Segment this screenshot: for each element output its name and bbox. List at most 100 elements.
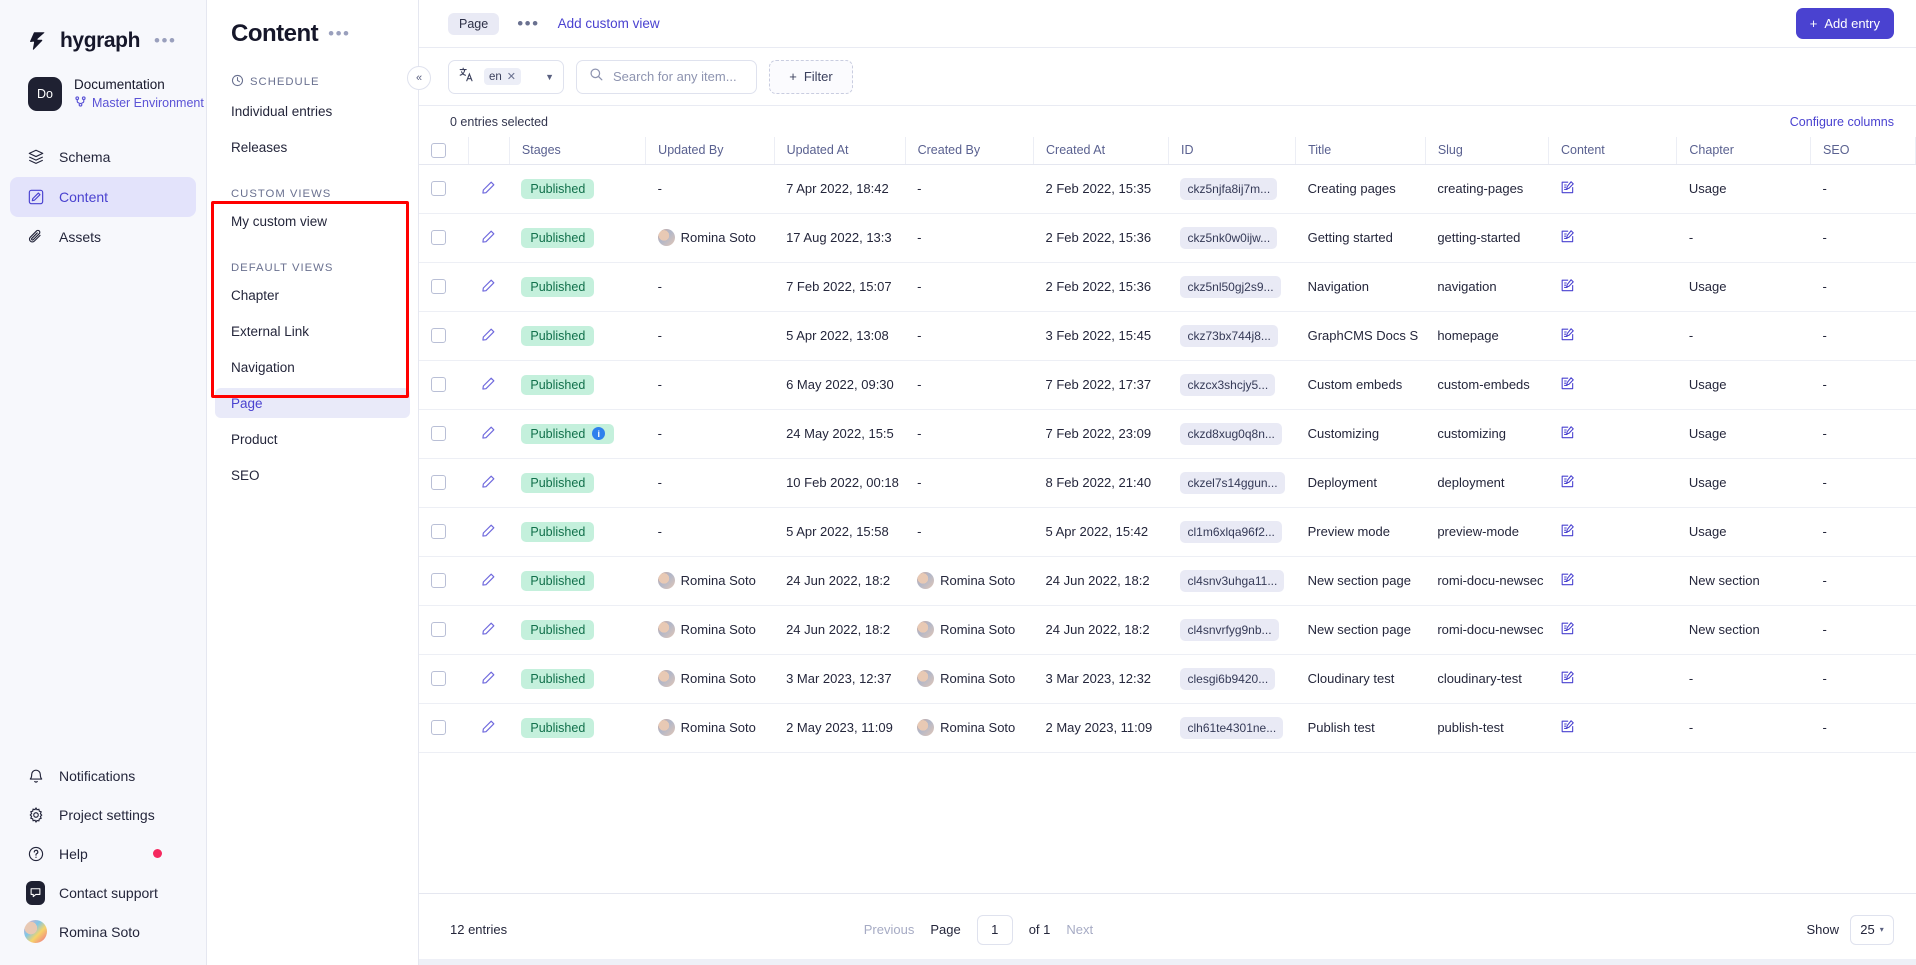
rich-text-icon[interactable] — [1560, 281, 1575, 296]
table-row[interactable]: Published-7 Apr 2022, 18:42-2 Feb 2022, … — [419, 164, 1916, 213]
previous-page-button[interactable]: Previous — [864, 922, 915, 937]
table-row[interactable]: Publishedi-24 May 2022, 15:5-7 Feb 2022,… — [419, 409, 1916, 458]
table-row[interactable]: Published-10 Feb 2022, 00:18-8 Feb 2022,… — [419, 458, 1916, 507]
rich-text-icon[interactable] — [1560, 526, 1575, 541]
table-row[interactable]: Published-5 Apr 2022, 13:08-3 Feb 2022, … — [419, 311, 1916, 360]
project-environment[interactable]: Master Environment — [74, 95, 204, 111]
column-header-updated-by[interactable]: Updated By — [646, 137, 774, 164]
table-row[interactable]: Published-7 Feb 2022, 15:07-2 Feb 2022, … — [419, 262, 1916, 311]
column-header-updated-at[interactable]: Updated At — [774, 137, 905, 164]
brand-more-icon[interactable]: ••• — [154, 36, 176, 46]
edit-pencil-icon[interactable] — [481, 624, 496, 639]
sidebar-item-releases[interactable]: Releases — [215, 132, 410, 162]
rich-text-icon[interactable] — [1560, 673, 1575, 688]
edit-pencil-icon[interactable] — [481, 379, 496, 394]
entry-id-chip[interactable]: clh61te4301ne... — [1180, 717, 1283, 739]
row-checkbox[interactable] — [431, 475, 446, 490]
sidebar-item-notifications[interactable]: Notifications — [10, 756, 196, 795]
table-row[interactable]: Published-6 May 2022, 09:30-7 Feb 2022, … — [419, 360, 1916, 409]
column-header-id[interactable]: ID — [1168, 137, 1295, 164]
row-checkbox[interactable] — [431, 524, 446, 539]
edit-pencil-icon[interactable] — [481, 722, 496, 737]
column-header-seo[interactable]: SEO — [1811, 137, 1916, 164]
column-header-chapter[interactable]: Chapter — [1677, 137, 1811, 164]
add-custom-view-link[interactable]: Add custom view — [558, 16, 660, 31]
sidebar-item-my-custom-view[interactable]: My custom view — [215, 206, 410, 236]
entry-id-chip[interactable]: ckzd8xug0q8n... — [1180, 423, 1281, 445]
entry-id-chip[interactable]: ckz5njfa8ij7m... — [1180, 178, 1277, 200]
sidebar-item-project-settings[interactable]: Project settings — [10, 795, 196, 834]
project-switcher[interactable]: Do Documentation Master Environment — [0, 58, 206, 111]
rich-text-icon[interactable] — [1560, 428, 1575, 443]
sidebar-item-user[interactable]: Romina Soto — [10, 912, 196, 951]
entry-id-chip[interactable]: cl4snvrfyg9nb... — [1180, 619, 1278, 641]
column-header-title[interactable]: Title — [1296, 137, 1426, 164]
tab-page-view[interactable]: Page — [448, 13, 499, 35]
edit-pencil-icon[interactable] — [481, 281, 496, 296]
row-checkbox[interactable] — [431, 279, 446, 294]
table-row[interactable]: Published-5 Apr 2022, 15:58-5 Apr 2022, … — [419, 507, 1916, 556]
search-input[interactable] — [613, 69, 744, 84]
row-checkbox[interactable] — [431, 328, 446, 343]
sidebar-item-contact-support[interactable]: Contact support — [10, 873, 196, 912]
table-row[interactable]: PublishedRomina Soto24 Jun 2022, 18:2Rom… — [419, 605, 1916, 654]
row-checkbox[interactable] — [431, 377, 446, 392]
rich-text-icon[interactable] — [1560, 575, 1575, 590]
sidebar-item-external-link[interactable]: External Link — [215, 316, 410, 346]
rich-text-icon[interactable] — [1560, 330, 1575, 345]
sidebar-item-navigation[interactable]: Navigation — [215, 352, 410, 382]
view-more-icon[interactable]: ••• — [517, 20, 539, 28]
rich-text-icon[interactable] — [1560, 624, 1575, 639]
entry-id-chip[interactable]: ckz5nl50gj2s9... — [1180, 276, 1280, 298]
column-header-content[interactable]: Content — [1548, 137, 1676, 164]
next-page-button[interactable]: Next — [1066, 922, 1093, 937]
content-more-icon[interactable]: ••• — [328, 29, 350, 39]
rich-text-icon[interactable] — [1560, 477, 1575, 492]
row-checkbox[interactable] — [431, 671, 446, 686]
sidebar-item-content[interactable]: Content — [10, 177, 196, 217]
rich-text-icon[interactable] — [1560, 232, 1575, 247]
edit-pencil-icon[interactable] — [481, 183, 496, 198]
chevron-down-icon[interactable]: ▼ — [545, 72, 554, 82]
entry-id-chip[interactable]: ckzcx3shcjy5... — [1180, 374, 1275, 396]
close-icon[interactable]: ✕ — [507, 70, 516, 83]
add-entry-button[interactable]: + Add entry — [1796, 8, 1894, 39]
edit-pencil-icon[interactable] — [481, 673, 496, 688]
table-row[interactable]: PublishedRomina Soto24 Jun 2022, 18:2Rom… — [419, 556, 1916, 605]
locale-tag[interactable]: en ✕ — [484, 68, 521, 85]
column-header-slug[interactable]: Slug — [1425, 137, 1548, 164]
edit-pencil-icon[interactable] — [481, 428, 496, 443]
sidebar-item-chapter[interactable]: Chapter — [215, 280, 410, 310]
info-icon[interactable]: i — [592, 427, 605, 440]
edit-pencil-icon[interactable] — [481, 330, 496, 345]
horizontal-scrollbar[interactable] — [419, 959, 1916, 965]
row-checkbox[interactable] — [431, 426, 446, 441]
add-filter-button[interactable]: + Filter — [769, 60, 853, 94]
brand-logo[interactable]: hygraph ••• — [0, 0, 206, 58]
edit-pencil-icon[interactable] — [481, 477, 496, 492]
sidebar-item-help[interactable]: Help — [10, 834, 196, 873]
entry-id-chip[interactable]: ckz5nk0w0ijw... — [1180, 227, 1277, 249]
entry-id-chip[interactable]: cl4snv3uhga11... — [1180, 570, 1284, 592]
edit-pencil-icon[interactable] — [481, 232, 496, 247]
collapse-sidebar-button[interactable]: « — [407, 66, 431, 90]
sidebar-item-individual-entries[interactable]: Individual entries — [215, 96, 410, 126]
edit-pencil-icon[interactable] — [481, 575, 496, 590]
column-header-stages[interactable]: Stages — [509, 137, 645, 164]
sidebar-item-seo[interactable]: SEO — [215, 460, 410, 490]
sidebar-item-product[interactable]: Product — [215, 424, 410, 454]
entry-id-chip[interactable]: clesgi6b9420... — [1180, 668, 1275, 690]
row-checkbox[interactable] — [431, 230, 446, 245]
entry-id-chip[interactable]: ckzel7s14ggun... — [1180, 472, 1284, 494]
page-number-input[interactable] — [977, 915, 1013, 945]
row-checkbox[interactable] — [431, 622, 446, 637]
table-row[interactable]: PublishedRomina Soto3 Mar 2023, 12:37Rom… — [419, 654, 1916, 703]
entry-id-chip[interactable]: ckz73bx744j8... — [1180, 325, 1277, 347]
entry-id-chip[interactable]: cl1m6xlqa96f2... — [1180, 521, 1281, 543]
locale-selector[interactable]: en ✕ ▼ — [448, 60, 564, 94]
row-checkbox[interactable] — [431, 181, 446, 196]
column-header-created-by[interactable]: Created By — [905, 137, 1033, 164]
configure-columns-link[interactable]: Configure columns — [1790, 115, 1894, 129]
rich-text-icon[interactable] — [1560, 379, 1575, 394]
table-row[interactable]: PublishedRomina Soto17 Aug 2022, 13:3-2 … — [419, 213, 1916, 262]
